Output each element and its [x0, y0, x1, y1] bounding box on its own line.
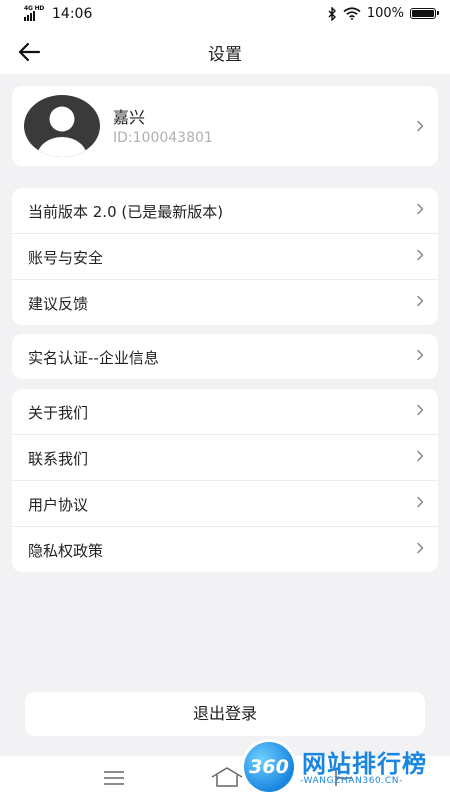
settings-item-about-us[interactable]: 关于我们 — [12, 389, 438, 434]
battery-icon — [410, 8, 439, 19]
signal-icon: 4G HD — [24, 5, 46, 21]
nav-bar: 设置 — [0, 30, 450, 74]
avatar-placeholder-icon — [24, 95, 100, 157]
bluetooth-icon — [328, 6, 336, 21]
battery-fill — [412, 10, 434, 17]
wifi-icon — [343, 7, 361, 20]
settings-item-company-verification[interactable]: 实名认证--企业信息 — [12, 334, 438, 379]
chevron-right-icon — [417, 450, 424, 461]
chevron-right-icon — [417, 295, 424, 306]
settings-item-user-agreement[interactable]: 用户协议 — [12, 480, 438, 526]
status-time: 14:06 — [52, 6, 93, 22]
menu-icon[interactable] — [103, 770, 125, 786]
settings-item-contact-us[interactable]: 联系我们 — [12, 434, 438, 480]
settings-item-label: 实名认证--企业信息 — [28, 349, 159, 367]
page-title: 设置 — [208, 45, 242, 65]
settings-item-label: 隐私权政策 — [28, 542, 104, 560]
settings-item-label: 账号与安全 — [28, 249, 104, 267]
chevron-right-icon — [417, 203, 424, 214]
status-right: 100% — [328, 6, 439, 21]
settings-group-general: 当前版本 2.0 (已是最新版本) 账号与安全 建议反馈 — [12, 188, 438, 325]
system-nav-bar — [0, 756, 450, 800]
settings-group-about: 关于我们 联系我们 用户协议 隐私权政策 — [12, 389, 438, 572]
back-icon[interactable] — [332, 768, 354, 788]
settings-item-label: 关于我们 — [28, 404, 89, 422]
battery-percent: 100% — [366, 6, 404, 21]
settings-item-label: 联系我们 — [28, 450, 89, 468]
status-left: 4G HD 14:06 — [24, 5, 93, 22]
chevron-right-icon — [417, 404, 424, 415]
chevron-right-icon — [417, 542, 424, 553]
settings-item-privacy-policy[interactable]: 隐私权政策 — [12, 526, 438, 572]
profile-id: ID:100043801 — [113, 130, 213, 146]
settings-item-account-security[interactable]: 账号与安全 — [12, 233, 438, 279]
settings-group-verification: 实名认证--企业信息 — [12, 334, 438, 379]
settings-item-label: 用户协议 — [28, 496, 89, 514]
profile-card[interactable]: 嘉兴 ID:100043801 — [12, 86, 438, 166]
settings-item-label: 建议反馈 — [28, 295, 89, 313]
chevron-right-icon — [417, 496, 424, 507]
status-bar: 4G HD 14:06 100% — [0, 0, 450, 30]
settings-item-version[interactable]: 当前版本 2.0 (已是最新版本) — [12, 188, 438, 233]
profile-name: 嘉兴 — [113, 108, 146, 127]
settings-item-feedback[interactable]: 建议反馈 — [12, 279, 438, 325]
settings-item-label: 当前版本 2.0 (已是最新版本) — [28, 203, 224, 221]
chevron-right-icon — [417, 249, 424, 260]
chevron-right-icon — [417, 120, 424, 132]
logout-button[interactable]: 退出登录 — [25, 692, 425, 736]
chevron-right-icon — [417, 349, 424, 360]
home-icon[interactable] — [210, 766, 244, 788]
